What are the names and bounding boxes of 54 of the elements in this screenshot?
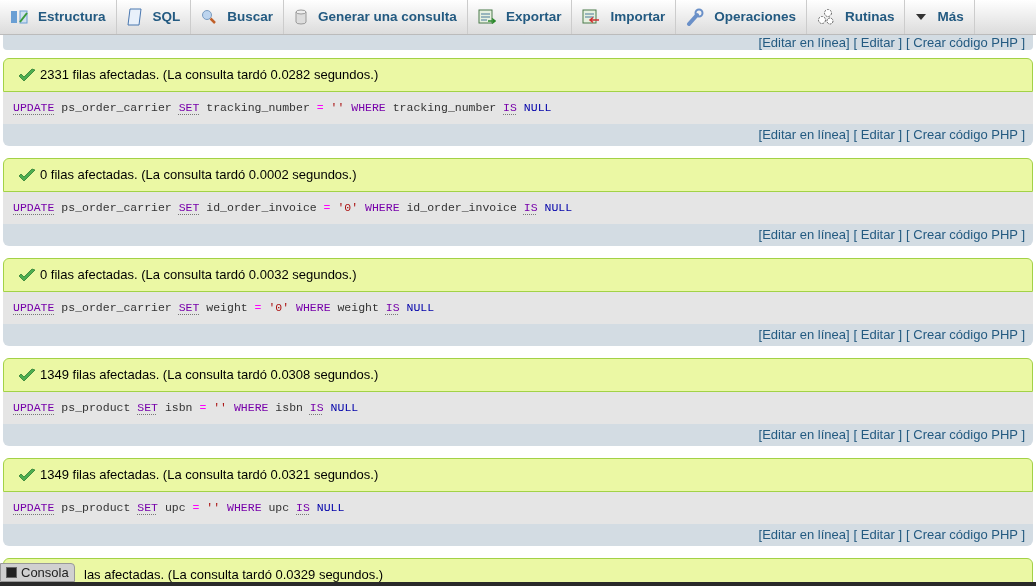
action-link[interactable]: [Editar en línea]: [758, 35, 850, 50]
action-link[interactable]: [Editar en línea]: [758, 525, 850, 545]
nav-tab[interactable]: Más: [905, 0, 975, 34]
nav-tab[interactable]: SQL: [116, 0, 192, 34]
action-link[interactable]: [ Editar ]: [853, 125, 902, 145]
search-icon: [201, 9, 218, 25]
checkmark-icon: [18, 168, 36, 182]
nav-tab[interactable]: Exportar: [467, 0, 573, 34]
export-icon: [477, 9, 496, 25]
action-link[interactable]: [ Crear código PHP ]: [906, 325, 1025, 345]
action-link[interactable]: [ Editar ]: [853, 35, 902, 50]
caret-icon: [915, 13, 928, 21]
action-link[interactable]: [Editar en línea]: [758, 125, 850, 145]
action-link[interactable]: [ Editar ]: [853, 325, 902, 345]
action-link[interactable]: [Editar en línea]: [758, 425, 850, 445]
action-link[interactable]: [ Crear código PHP ]: [906, 35, 1025, 50]
wrench-icon: [686, 8, 705, 26]
console-icon: [6, 567, 17, 578]
nav-tab[interactable]: Rutinas: [806, 0, 906, 34]
action-link[interactable]: [ Crear código PHP ]: [906, 225, 1025, 245]
nav-tab[interactable]: Generar una consulta: [284, 0, 468, 34]
checkmark-icon: [18, 268, 36, 282]
sql-query: UPDATE ps_order_carrier SET weight = '0' WHERE weight IS NULL: [13, 300, 435, 317]
result-message: 0 filas afectadas. (La consulta tardó 0.0002 segundos.): [40, 166, 357, 185]
action-link[interactable]: [Editar en línea]: [758, 225, 850, 245]
sql-query: UPDATE ps_order_carrier SET id_order_invoice = '0' WHERE id_order_invoice IS NULL: [13, 200, 573, 217]
nav-tab[interactable]: Estructura: [0, 0, 117, 34]
console-button[interactable]: Consola: [0, 563, 75, 582]
action-link[interactable]: [ Crear código PHP ]: [906, 125, 1025, 145]
result-message: 2331 filas afectadas. (La consulta tardó 0.0282 segundos.): [40, 66, 379, 85]
result-message: las afectadas. (La consulta tardó 0.0329 segundos.): [84, 566, 384, 585]
document-icon: [126, 8, 143, 26]
action-link[interactable]: [ Editar ]: [853, 225, 902, 245]
table-icon: [10, 9, 28, 25]
result-message: 1349 filas afectadas. (La consulta tardó 0.0321 segundos.): [40, 466, 379, 485]
result-message: 0 filas afectadas. (La consulta tardó 0.0032 segundos.): [40, 266, 357, 285]
sql-query: UPDATE ps_product SET upc = '' WHERE upc IS NULL: [13, 500, 345, 517]
nav-tab[interactable]: Operaciones: [676, 0, 807, 34]
action-link[interactable]: [ Crear código PHP ]: [906, 425, 1025, 445]
action-link[interactable]: [ Editar ]: [853, 525, 902, 545]
import-icon: [582, 9, 601, 25]
cylinder-icon: [294, 9, 309, 25]
gears-icon: [816, 8, 835, 26]
action-link[interactable]: [ Crear código PHP ]: [906, 525, 1025, 545]
nav-tab[interactable]: Importar: [572, 0, 677, 34]
nav-tab[interactable]: Buscar: [191, 0, 285, 34]
action-link[interactable]: [ Editar ]: [853, 425, 902, 445]
checkmark-icon: [18, 368, 36, 382]
result-message: 1349 filas afectadas. (La consulta tardó 0.0308 segundos.): [40, 366, 379, 385]
sql-query: UPDATE ps_order_carrier SET tracking_number = '' WHERE tracking_number IS NULL: [13, 100, 552, 117]
checkmark-icon: [18, 468, 36, 482]
sql-query: UPDATE ps_product SET isbn = '' WHERE isbn IS NULL: [13, 400, 359, 417]
checkmark-icon: [18, 68, 36, 82]
action-link[interactable]: [Editar en línea]: [758, 325, 850, 345]
